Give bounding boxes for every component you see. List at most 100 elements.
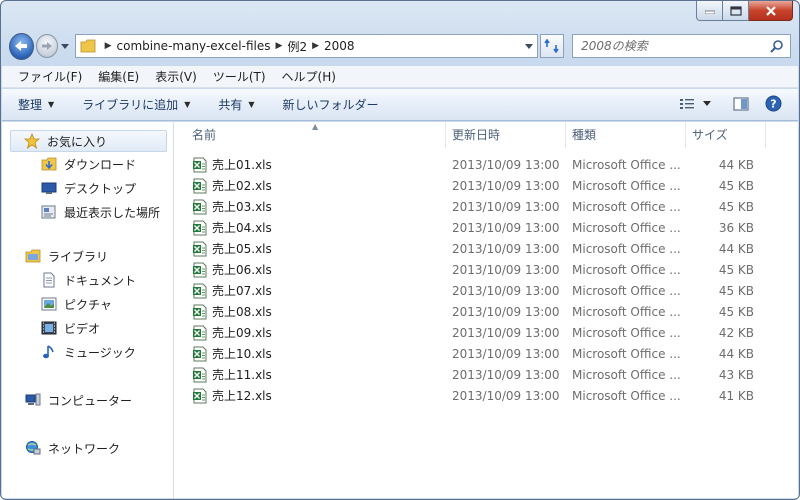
file-modified-date: 2013/10/09 13:00	[452, 178, 560, 193]
computer-icon	[24, 392, 42, 408]
star-icon	[23, 133, 41, 149]
explorer-window: ▶ combine-many-excel-files ▶ 例2 ▶ 2008 2…	[0, 0, 800, 500]
nav-pictures[interactable]: ピクチャ	[2, 292, 173, 316]
chevron-down-icon[interactable]	[703, 101, 711, 106]
minimize-button[interactable]	[696, 1, 723, 21]
new-folder-button[interactable]: 新しいフォルダー	[283, 96, 379, 113]
menu-tools[interactable]: ツール(T)	[205, 68, 274, 85]
excel-file-icon	[193, 241, 207, 256]
refresh-button[interactable]	[540, 34, 565, 58]
nav-recent-places[interactable]: 最近表示した場所	[2, 200, 173, 224]
column-header-type[interactable]: 種類	[566, 121, 686, 148]
nav-libraries[interactable]: ライブラリ	[2, 244, 173, 268]
file-row[interactable]: 売上01.xls 2013/10/09 13:00 Microsoft Offi…	[174, 154, 798, 175]
column-header-date[interactable]: 更新日時	[446, 121, 566, 148]
add-to-library-button[interactable]: ライブラリに追加 ▼	[82, 96, 190, 113]
file-row[interactable]: 売上05.xls 2013/10/09 13:00 Microsoft Offi…	[174, 238, 798, 259]
file-size: 45 KB	[718, 304, 754, 319]
preview-pane-button[interactable]	[733, 97, 749, 111]
recent-places-icon	[40, 204, 58, 220]
file-type: Microsoft Office ...	[572, 178, 681, 193]
file-name-cell: 売上04.xls	[174, 219, 446, 236]
menu-file[interactable]: ファイル(F)	[10, 68, 90, 85]
file-row[interactable]: 売上04.xls 2013/10/09 13:00 Microsoft Offi…	[174, 217, 798, 238]
help-button[interactable]: ?	[765, 95, 782, 112]
breadcrumb-separator-icon[interactable]: ▶	[307, 41, 324, 51]
column-header: ▲ 名前 更新日時 種類 サイズ	[174, 121, 798, 148]
breadcrumb-separator-icon[interactable]: ▶	[100, 41, 117, 51]
file-row[interactable]: 売上06.xls 2013/10/09 13:00 Microsoft Offi…	[174, 259, 798, 280]
excel-file-icon	[193, 304, 207, 319]
file-size: 36 KB	[718, 220, 754, 235]
recent-pages-dropdown[interactable]	[60, 43, 71, 49]
menu-edit[interactable]: 編集(E)	[90, 68, 147, 85]
navigation-pane: お気に入り ダウンロード デスクトップ 最近表示した場所 ライブラリ ドキュメン…	[2, 122, 174, 498]
file-row[interactable]: 売上08.xls 2013/10/09 13:00 Microsoft Offi…	[174, 301, 798, 322]
file-row[interactable]: 売上07.xls 2013/10/09 13:00 Microsoft Offi…	[174, 280, 798, 301]
libraries-group: ライブラリ ドキュメント ピクチャ ビデオ ミュージック	[2, 244, 173, 364]
nav-desktop[interactable]: デスクトップ	[2, 176, 173, 200]
file-name: 売上03.xls	[212, 200, 272, 214]
music-icon	[40, 344, 58, 360]
view-details-icon	[680, 98, 694, 109]
column-header-size[interactable]: サイズ	[686, 121, 766, 148]
address-bar[interactable]: ▶ combine-many-excel-files ▶ 例2 ▶ 2008	[74, 34, 539, 58]
breadcrumb-item[interactable]: combine-many-excel-files	[117, 39, 271, 53]
nav-downloads[interactable]: ダウンロード	[2, 152, 173, 176]
file-type: Microsoft Office ...	[572, 199, 681, 214]
preview-pane-icon	[733, 97, 749, 110]
file-name-cell: 売上05.xls	[174, 240, 446, 257]
nav-documents[interactable]: ドキュメント	[2, 268, 173, 292]
organize-label: 整理	[18, 98, 43, 112]
nav-videos[interactable]: ビデオ	[2, 316, 173, 340]
excel-file-icon	[193, 325, 207, 340]
excel-file-icon	[193, 199, 207, 214]
file-name-cell: 売上03.xls	[174, 198, 446, 215]
file-name: 売上12.xls	[212, 389, 272, 403]
file-name-cell: 売上07.xls	[174, 282, 446, 299]
file-modified-date: 2013/10/09 13:00	[452, 325, 560, 340]
forward-button[interactable]	[35, 34, 58, 58]
file-type: Microsoft Office ...	[572, 220, 681, 235]
file-name-cell: 売上01.xls	[174, 156, 446, 173]
back-button[interactable]	[9, 32, 34, 60]
breadcrumb-separator-icon[interactable]: ▶	[271, 41, 288, 51]
organize-button[interactable]: 整理 ▼	[18, 96, 54, 113]
file-row[interactable]: 売上12.xls 2013/10/09 13:00 Microsoft Offi…	[174, 385, 798, 406]
nav-network[interactable]: ネットワーク	[2, 436, 173, 460]
nav-computer[interactable]: コンピューター	[2, 388, 173, 412]
add-to-library-label: ライブラリに追加	[82, 98, 179, 112]
breadcrumb-item[interactable]: 例2	[287, 38, 307, 55]
file-row[interactable]: 売上02.xls 2013/10/09 13:00 Microsoft Offi…	[174, 175, 798, 196]
file-name-cell: 売上11.xls	[174, 366, 446, 383]
column-header-name[interactable]: 名前	[174, 121, 446, 148]
file-row[interactable]: 売上10.xls 2013/10/09 13:00 Microsoft Offi…	[174, 343, 798, 364]
back-arrow-icon	[15, 41, 28, 51]
nav-documents-label: ドキュメント	[64, 273, 137, 288]
search-box[interactable]	[572, 34, 791, 58]
file-row[interactable]: 売上11.xls 2013/10/09 13:00 Microsoft Offi…	[174, 364, 798, 385]
maximize-button[interactable]	[723, 1, 749, 21]
excel-file-icon	[193, 388, 207, 403]
file-type: Microsoft Office ...	[572, 367, 681, 382]
address-history-dropdown[interactable]	[521, 35, 537, 57]
search-icon[interactable]	[770, 39, 784, 53]
share-button[interactable]: 共有 ▼	[218, 96, 254, 113]
close-button[interactable]	[749, 1, 793, 21]
change-view-button[interactable]	[679, 97, 711, 111]
excel-file-icon	[193, 220, 207, 235]
view-controls: ?	[667, 95, 782, 112]
file-name-cell: 売上09.xls	[174, 324, 446, 341]
menu-help[interactable]: ヘルプ(H)	[274, 68, 344, 85]
nav-music[interactable]: ミュージック	[2, 340, 173, 364]
file-modified-date: 2013/10/09 13:00	[452, 241, 560, 256]
minimize-icon	[704, 10, 715, 14]
menu-view[interactable]: 表示(V)	[147, 68, 205, 85]
excel-file-icon	[193, 283, 207, 298]
file-row[interactable]: 売上03.xls 2013/10/09 13:00 Microsoft Offi…	[174, 196, 798, 217]
search-input[interactable]	[581, 39, 782, 53]
file-row[interactable]: 売上09.xls 2013/10/09 13:00 Microsoft Offi…	[174, 322, 798, 343]
nav-favorites[interactable]: お気に入り	[10, 130, 167, 152]
forward-arrow-icon	[41, 42, 52, 50]
breadcrumb-item[interactable]: 2008	[324, 39, 355, 53]
